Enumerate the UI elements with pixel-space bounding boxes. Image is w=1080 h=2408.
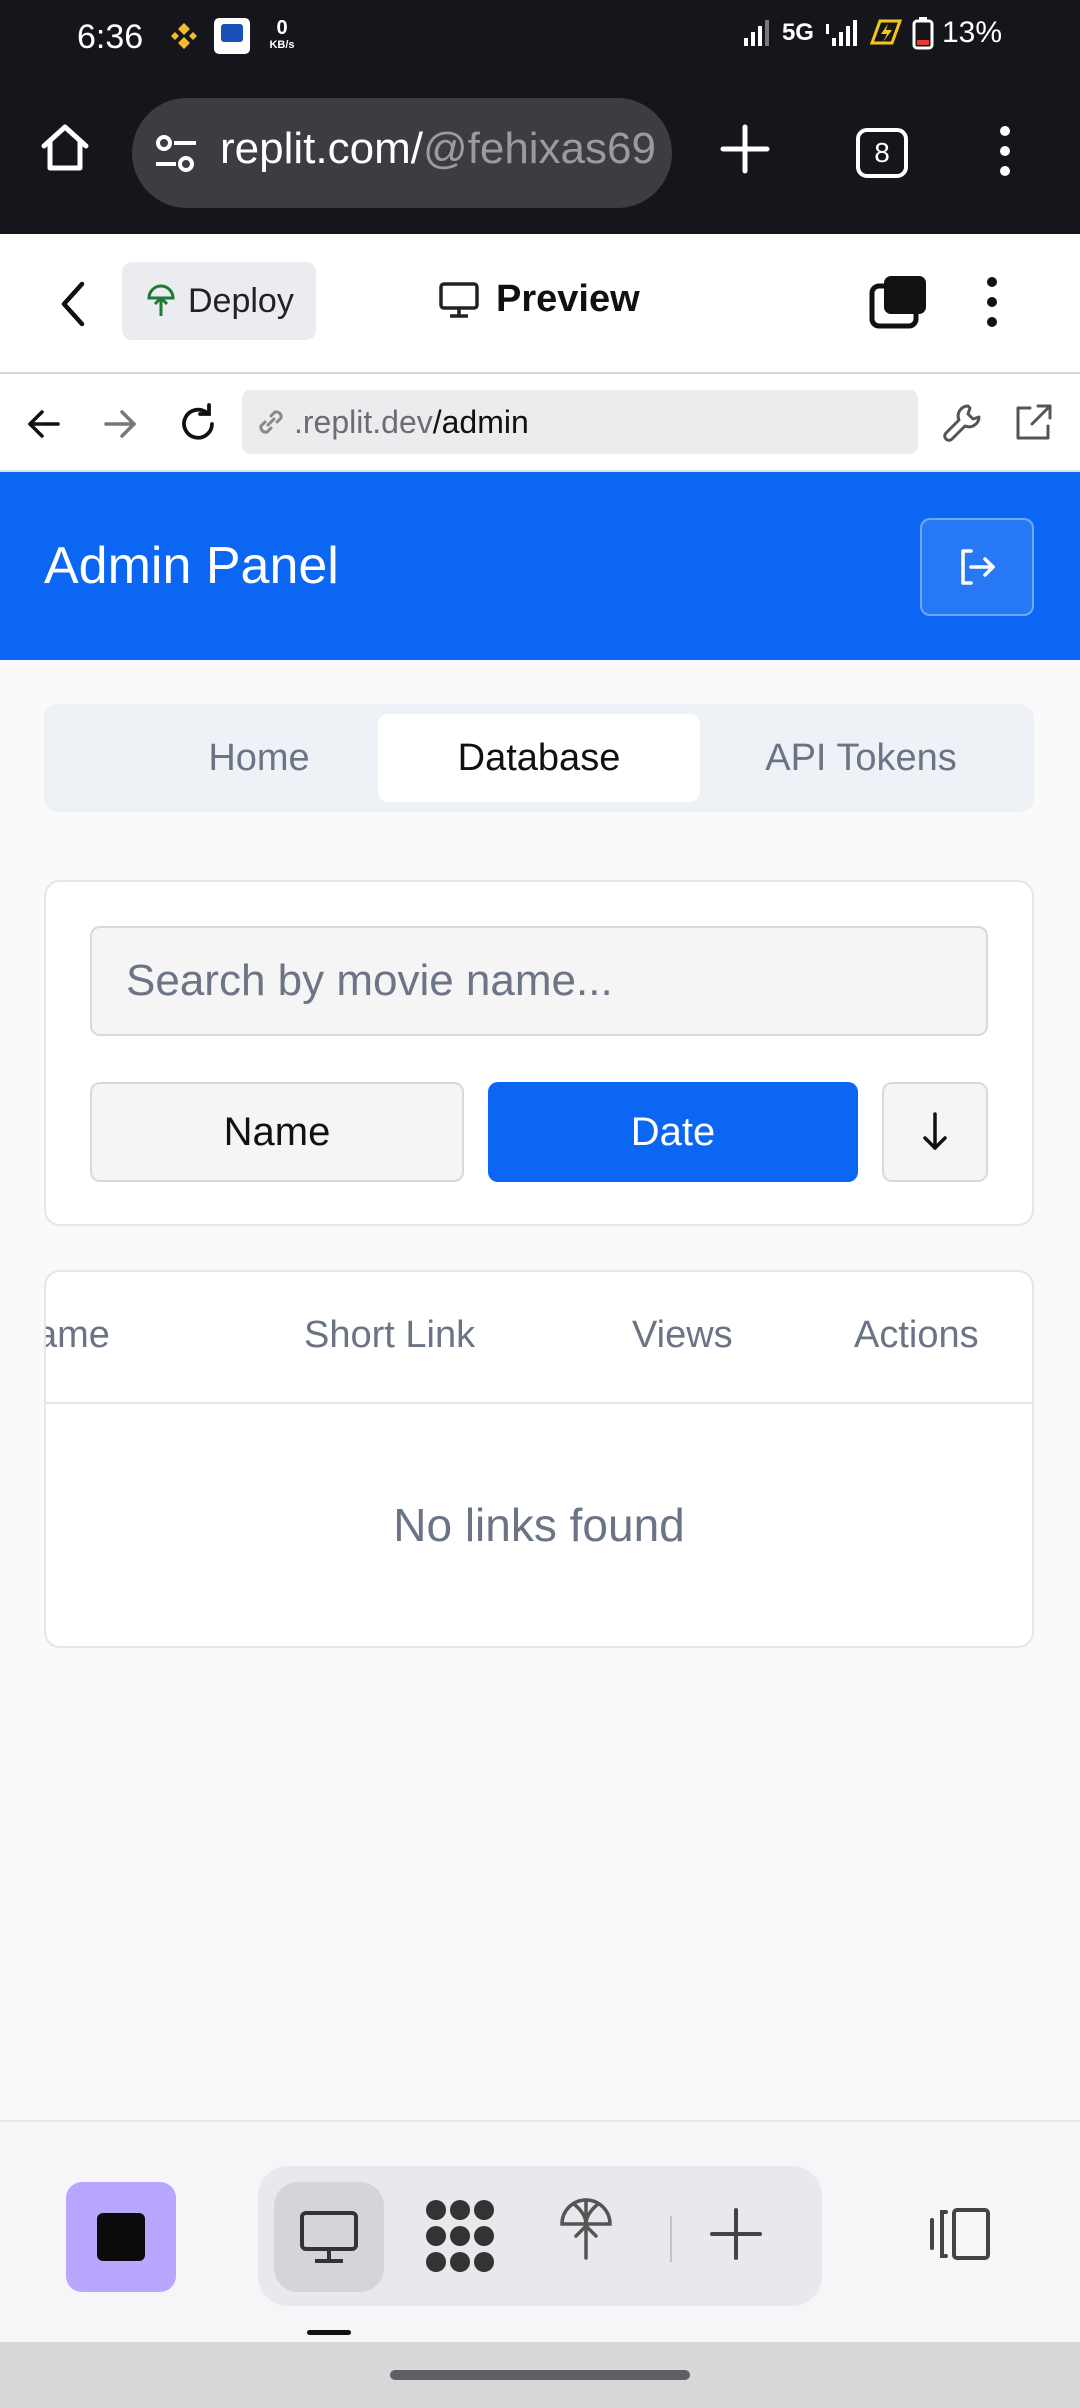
search-input[interactable]: [90, 926, 988, 1036]
system-nav-bar: [0, 2342, 1080, 2408]
tab-home[interactable]: Home: [98, 714, 420, 802]
stop-icon: [97, 2213, 145, 2261]
deploy-button[interactable]: Deploy: [122, 262, 316, 340]
sort-date-button[interactable]: Date: [488, 1082, 858, 1182]
monitor-icon: [300, 2211, 358, 2263]
logout-button[interactable]: [920, 518, 1034, 616]
table-header: ame Short Link Views Actions: [46, 1272, 1032, 1404]
binance-icon: [166, 20, 202, 56]
search-card: Name Date: [44, 880, 1034, 1226]
plus-icon[interactable]: [708, 2206, 764, 2262]
signal-icon: [825, 20, 857, 46]
tune-icon[interactable]: [154, 134, 198, 174]
logout-icon: [961, 549, 995, 585]
active-tab-indicator: [307, 2330, 351, 2335]
status-right: 5G 13%: [742, 16, 1002, 50]
browser-toolbar: replit.com/@fehixas69 8: [0, 80, 1080, 234]
home-gesture-handle[interactable]: [390, 2370, 690, 2380]
external-link-icon[interactable]: [1012, 402, 1054, 444]
status-time: 6:36: [77, 18, 144, 56]
more-vert-icon[interactable]: [985, 276, 999, 328]
sort-direction-button[interactable]: [882, 1082, 988, 1182]
refresh-icon[interactable]: [176, 402, 220, 446]
new-tab-plus-icon[interactable]: [718, 122, 772, 176]
monitor-icon: [439, 281, 479, 318]
deploy-label: Deploy: [188, 281, 294, 320]
sort-name-button[interactable]: Name: [90, 1082, 464, 1182]
dock-tool-group: [258, 2166, 822, 2306]
dock-preview-button[interactable]: [274, 2182, 384, 2292]
battery-saver-icon: [869, 19, 903, 45]
panel-icon[interactable]: [928, 2206, 992, 2262]
preview-url-field[interactable]: .replit.dev/admin: [242, 390, 918, 454]
layers-icon[interactable]: [868, 274, 928, 330]
column-header-views[interactable]: Views: [632, 1314, 733, 1357]
wrench-icon[interactable]: [942, 402, 984, 444]
network-speed: 0 KB/s: [269, 17, 295, 51]
tab-api-tokens[interactable]: API Tokens: [700, 714, 1022, 802]
home-icon[interactable]: [38, 120, 92, 174]
column-header-short-link[interactable]: Short Link: [304, 1314, 475, 1357]
page-title: Admin Panel: [44, 537, 339, 595]
apps-icon[interactable]: [424, 2198, 496, 2274]
dock-separator: [670, 2216, 672, 2262]
battery-percent: 13%: [941, 16, 1002, 49]
preview-label: Preview: [496, 278, 640, 320]
address-bar[interactable]: replit.com/@fehixas69: [132, 98, 672, 208]
link-icon: [259, 410, 283, 434]
replit-toolbar: Deploy Preview: [0, 234, 1080, 374]
chevron-left-icon[interactable]: [58, 280, 88, 328]
tab-database[interactable]: Database: [378, 714, 700, 802]
column-header-name[interactable]: ame: [46, 1314, 110, 1357]
arrow-right-icon[interactable]: [100, 404, 140, 444]
links-table: ame Short Link Views Actions No links fo…: [44, 1270, 1034, 1648]
status-bar: 6:36 0 KB/s 5G 13%: [0, 0, 1080, 80]
stop-button[interactable]: [66, 2182, 176, 2292]
arrow-left-icon[interactable]: [24, 404, 64, 444]
deploy-icon[interactable]: [558, 2196, 614, 2262]
preview-browser-bar: .replit.dev/admin: [0, 374, 1080, 472]
bottom-dock: [0, 2120, 1080, 2342]
tab-switcher-button[interactable]: 8: [856, 128, 908, 178]
network-type: 5G: [781, 19, 814, 46]
deploy-icon: [147, 284, 175, 316]
notification-app-icon: [214, 18, 250, 54]
arrow-down-icon: [923, 1112, 947, 1150]
admin-header: Admin Panel: [0, 472, 1080, 660]
battery-icon: [912, 17, 934, 50]
admin-tabs: Home Database API Tokens: [44, 704, 1034, 812]
empty-state-message: No links found: [393, 1499, 685, 1551]
column-header-actions[interactable]: Actions: [854, 1314, 979, 1357]
preview-title: Preview: [438, 278, 640, 321]
more-vert-icon[interactable]: [998, 124, 1012, 178]
signal-icon: [743, 20, 769, 46]
url-text: replit.com/@fehixas69: [220, 124, 656, 173]
